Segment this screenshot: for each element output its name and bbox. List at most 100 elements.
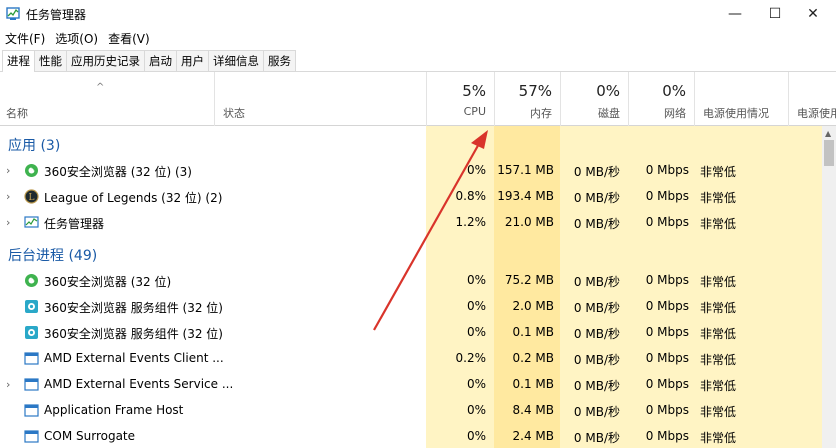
sort-arrow-icon[interactable]: ^	[96, 82, 104, 93]
table-row[interactable]: › 360安全浏览器 (32 位) (3) 0% 157.1 MB 0 MB/秒…	[0, 158, 822, 184]
group-apps-title: 应用 (3)	[8, 138, 61, 154]
disk-value: 0 MB/秒	[573, 191, 620, 205]
memory-value: 157.1 MB	[497, 163, 554, 177]
tab-processes[interactable]: 进程	[2, 50, 35, 73]
window-app-icon	[24, 404, 39, 417]
task-manager-icon	[24, 216, 39, 228]
power-value: 非常低	[700, 379, 737, 393]
expand-chevron-icon[interactable]: ›	[6, 164, 10, 177]
power-value: 非常低	[700, 301, 737, 315]
group-background-title: 后台进程 (49)	[8, 248, 98, 264]
column-power-trend[interactable]: 电源使用	[788, 72, 836, 126]
cpu-value: 0%	[466, 299, 486, 313]
table-row[interactable]: 360安全浏览器 (32 位) 0% 75.2 MB 0 MB/秒 0 Mbps…	[0, 268, 822, 294]
memory-value: 2.0 MB	[512, 299, 554, 313]
power-value: 非常低	[700, 275, 737, 289]
expand-chevron-icon[interactable]: ›	[6, 216, 10, 229]
expand-chevron-icon[interactable]: ›	[6, 378, 10, 391]
process-name: AMD External Events Service ...	[44, 377, 234, 391]
network-value: 0 Mbps	[645, 403, 689, 417]
table-row[interactable]: Application Frame Host 0% 8.4 MB 0 MB/秒 …	[0, 398, 822, 424]
memory-value: 8.4 MB	[512, 403, 554, 417]
table-row[interactable]: › L League of Legends (32 位) (2) 0.8% 19…	[0, 184, 822, 210]
cpu-value: 0%	[466, 377, 486, 391]
column-disk[interactable]: 0% 磁盘	[560, 72, 628, 126]
table-row[interactable]: 360安全浏览器 服务组件 (32 位) 0% 2.0 MB 0 MB/秒 0 …	[0, 294, 822, 320]
group-background: 后台进程 (49)	[0, 236, 822, 268]
table-row[interactable]: AMD External Events Client ... 0.2% 0.2 …	[0, 346, 822, 372]
table-row[interactable]: › AMD External Events Service ... 0% 0.1…	[0, 372, 822, 398]
memory-value: 21.0 MB	[504, 215, 554, 229]
scroll-thumb[interactable]	[824, 140, 834, 166]
memory-value: 0.1 MB	[512, 325, 554, 339]
cpu-value: 1.2%	[455, 215, 487, 229]
network-value: 0 Mbps	[645, 273, 689, 287]
cpu-value: 0%	[466, 273, 486, 287]
power-value: 非常低	[700, 353, 737, 367]
cpu-value: 0.8%	[455, 189, 487, 203]
memory-value: 75.2 MB	[504, 273, 554, 287]
network-value: 0 Mbps	[645, 163, 689, 177]
process-name: 360安全浏览器 服务组件 (32 位)	[44, 327, 223, 341]
service-360-icon	[25, 300, 38, 313]
network-value: 0 Mbps	[645, 189, 689, 203]
tab-services[interactable]: 服务	[263, 50, 296, 71]
vertical-scrollbar[interactable]: ▲	[822, 126, 836, 448]
memory-value: 193.4 MB	[497, 189, 554, 203]
window-title: 任务管理器	[26, 8, 87, 22]
menu-file[interactable]: 文件(F)	[0, 28, 50, 48]
column-status[interactable]: 状态	[214, 72, 426, 126]
task-manager-icon	[6, 7, 20, 20]
disk-total: 0%	[596, 82, 620, 100]
cpu-value: 0%	[466, 325, 486, 339]
memory-total: 57%	[518, 82, 552, 100]
browser-360-icon	[25, 164, 38, 177]
power-value: 非常低	[700, 217, 737, 231]
tab-startup[interactable]: 启动	[144, 50, 177, 71]
cpu-value: 0%	[466, 429, 486, 443]
tab-details[interactable]: 详细信息	[208, 50, 264, 71]
column-status-label: 状态	[223, 107, 245, 120]
column-memory-label: 内存	[530, 107, 552, 120]
tab-performance[interactable]: 性能	[34, 50, 67, 71]
window-app-icon	[24, 378, 39, 391]
network-value: 0 Mbps	[645, 325, 689, 339]
memory-value: 0.2 MB	[512, 351, 554, 365]
menu-view[interactable]: 查看(V)	[103, 28, 155, 48]
disk-value: 0 MB/秒	[573, 275, 620, 289]
network-total: 0%	[662, 82, 686, 100]
process-name: 360安全浏览器 服务组件 (32 位)	[44, 301, 223, 315]
column-power-trend-label: 电源使用	[797, 107, 836, 120]
power-value: 非常低	[700, 405, 737, 419]
menu-bar: 文件(F) 选项(O) 查看(V)	[0, 28, 155, 48]
browser-360-icon	[25, 274, 38, 287]
process-name: 任务管理器	[44, 217, 105, 231]
group-apps: 应用 (3)	[0, 126, 822, 158]
column-memory[interactable]: 57% 内存	[494, 72, 560, 126]
table-row[interactable]: › 任务管理器 1.2% 21.0 MB 0 MB/秒 0 Mbps 非常低	[0, 210, 822, 236]
disk-value: 0 MB/秒	[573, 301, 620, 315]
disk-value: 0 MB/秒	[573, 327, 620, 341]
power-value: 非常低	[700, 191, 737, 205]
close-button[interactable]: ✕	[790, 0, 836, 28]
expand-chevron-icon[interactable]: ›	[6, 190, 10, 203]
league-icon: L	[24, 189, 39, 204]
tab-users[interactable]: 用户	[176, 50, 209, 71]
network-value: 0 Mbps	[645, 351, 689, 365]
column-header-row: ^ 名称 状态 5% CPU 57% 内存 0% 磁盘 0% 网络 电源使用情况…	[0, 72, 836, 126]
column-power-label: 电源使用情况	[703, 107, 769, 120]
process-name: 360安全浏览器 (32 位)	[44, 275, 172, 289]
column-cpu[interactable]: 5% CPU	[426, 72, 494, 126]
window-app-icon	[24, 352, 39, 365]
cpu-value: 0%	[466, 163, 486, 177]
scroll-up-icon[interactable]: ▲	[825, 129, 831, 138]
process-name: COM Surrogate	[44, 429, 136, 443]
column-power[interactable]: 电源使用情况	[694, 72, 788, 126]
column-network[interactable]: 0% 网络	[628, 72, 694, 126]
network-value: 0 Mbps	[645, 429, 689, 443]
column-name[interactable]: 名称	[6, 105, 28, 121]
table-row[interactable]: 360安全浏览器 服务组件 (32 位) 0% 0.1 MB 0 MB/秒 0 …	[0, 320, 822, 346]
table-row[interactable]: COM Surrogate 0% 2.4 MB 0 MB/秒 0 Mbps 非常…	[0, 424, 822, 448]
menu-options[interactable]: 选项(O)	[50, 28, 103, 48]
tab-app-history[interactable]: 应用历史记录	[66, 50, 145, 71]
